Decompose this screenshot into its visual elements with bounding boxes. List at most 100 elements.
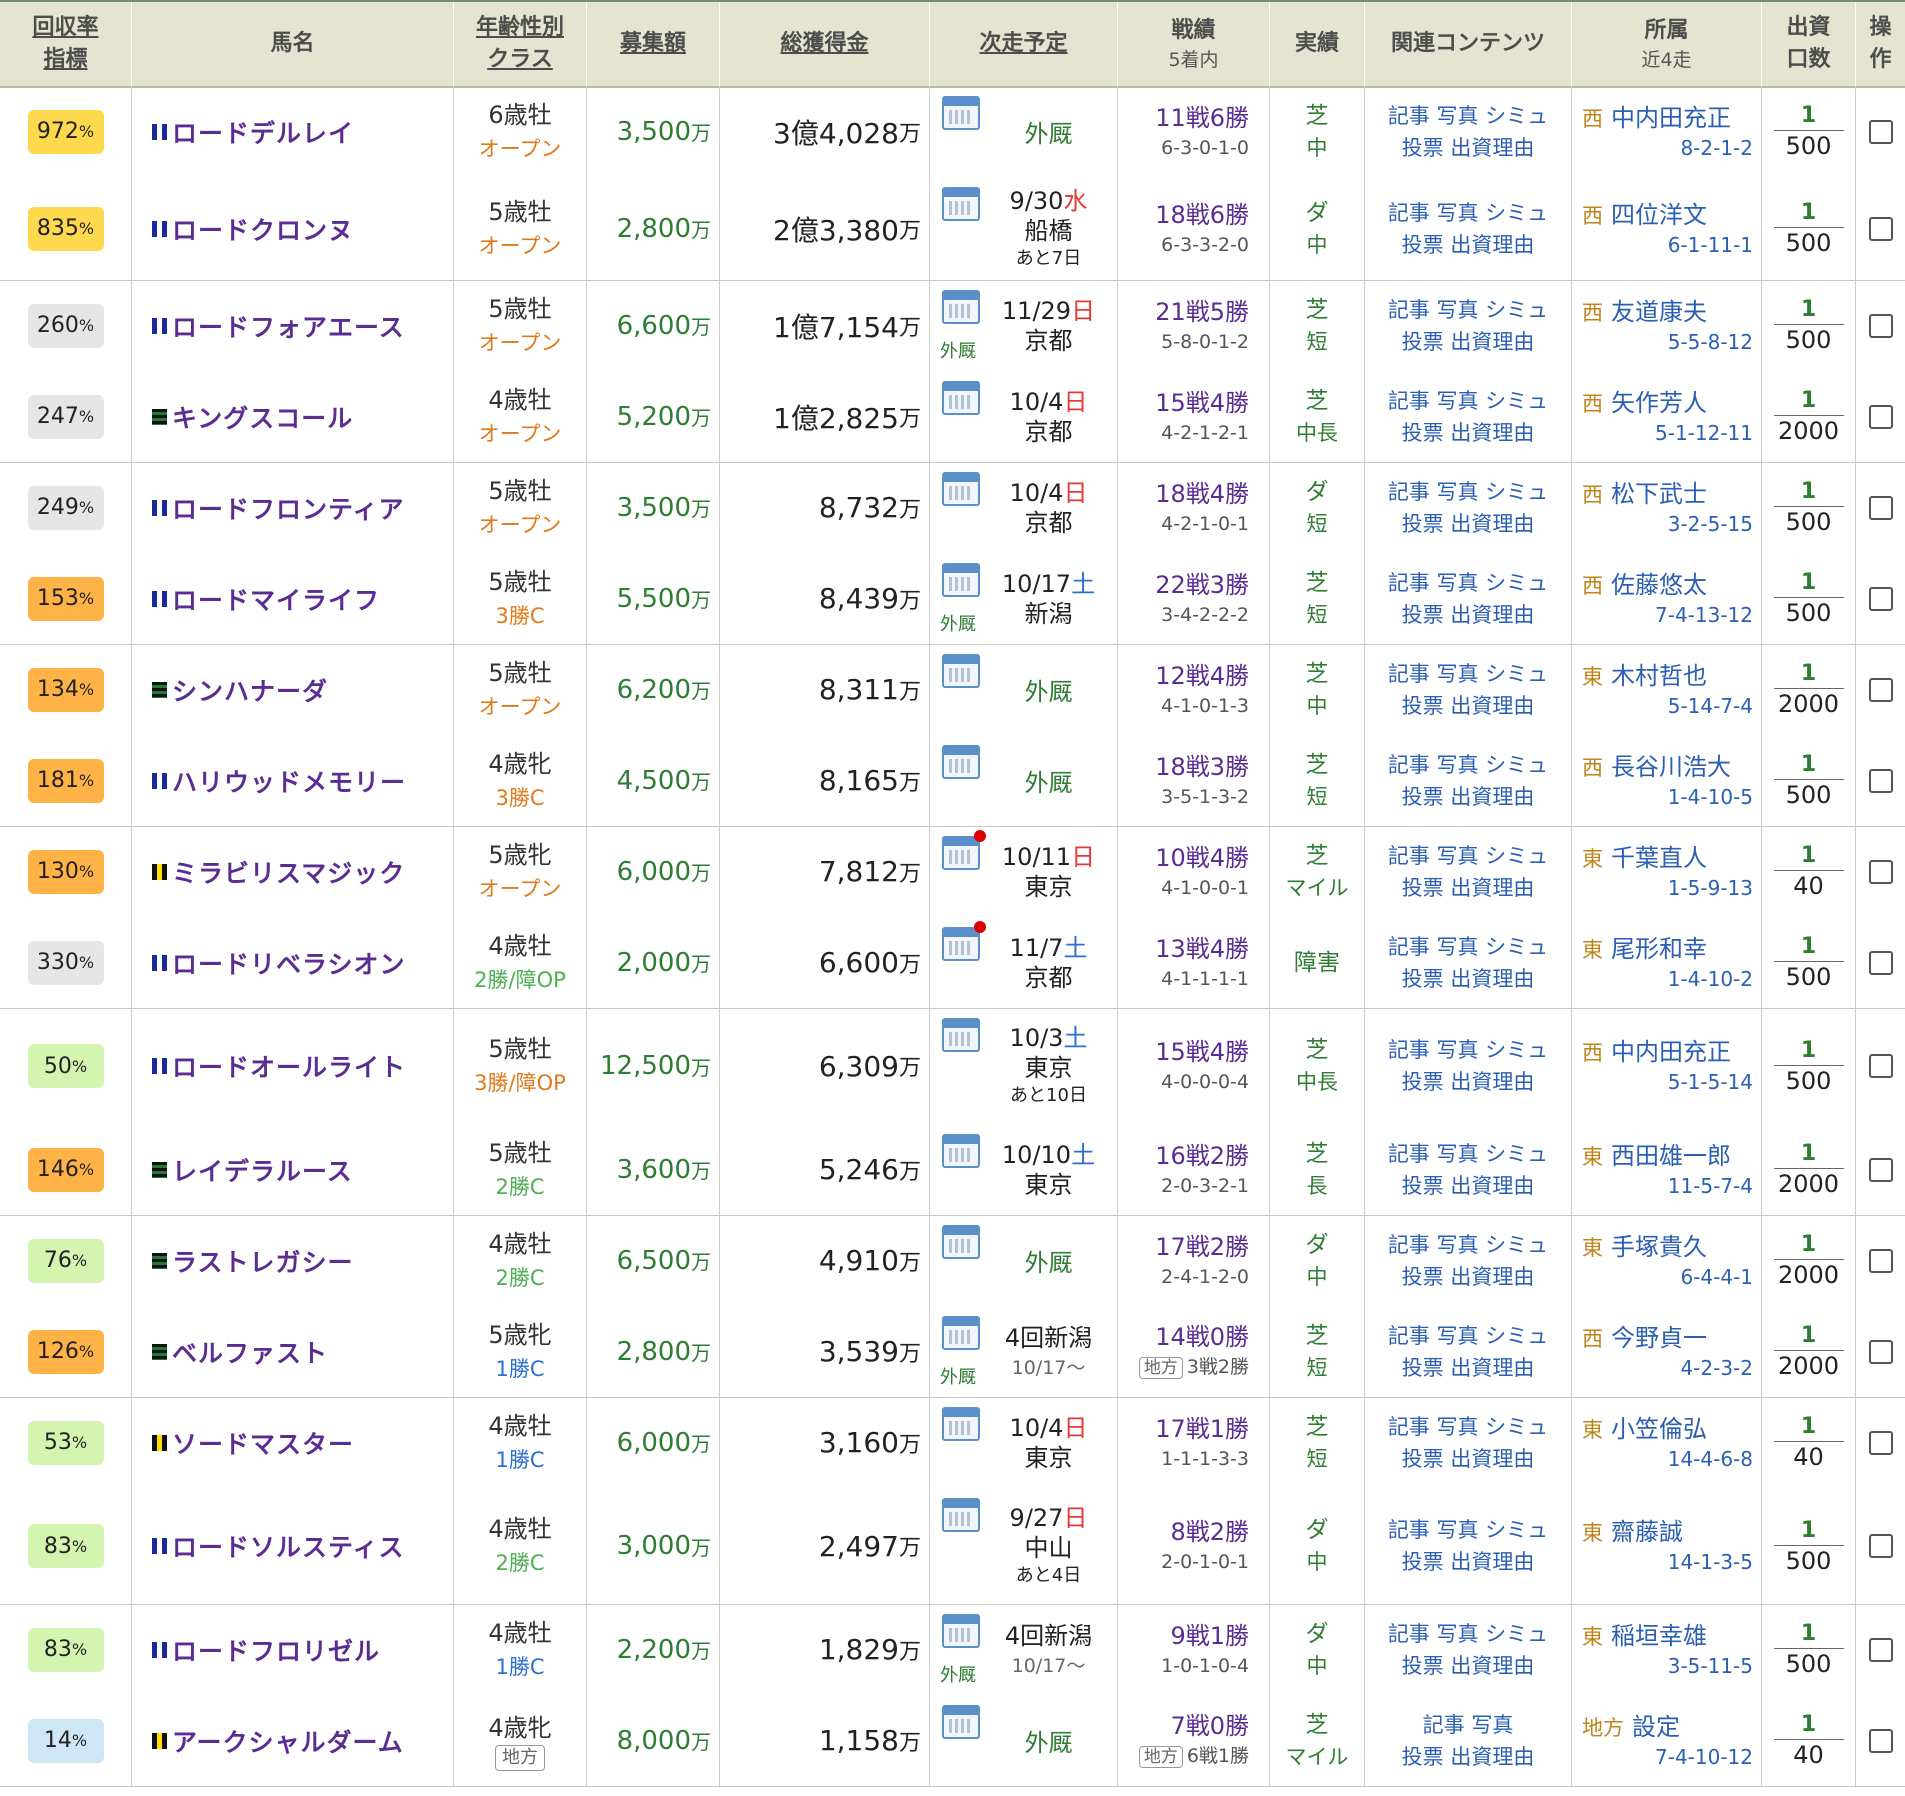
next-race-cell[interactable]: 9/27日 中山 あと4日 bbox=[930, 1488, 1118, 1604]
stable-info[interactable]: 西矢作芳人 5-1-12-11 bbox=[1572, 371, 1761, 462]
trainer-line[interactable]: 西矢作芳人 bbox=[1582, 383, 1707, 418]
horse-cell[interactable]: シンハナーダ bbox=[132, 644, 454, 735]
related-links-row2[interactable]: 投票 出資理由 bbox=[1402, 229, 1535, 261]
stable-cell[interactable]: 西四位洋文 6-1-11-1 bbox=[1572, 177, 1762, 280]
next-race-cell[interactable]: 11/7土 京都 bbox=[930, 917, 1118, 1008]
record-summary[interactable]: 18戦3勝 bbox=[1155, 751, 1249, 783]
action-cell[interactable] bbox=[1856, 86, 1905, 177]
action-cell[interactable] bbox=[1856, 553, 1905, 644]
next-race-cell[interactable]: 外厩 bbox=[930, 735, 1118, 826]
related-links-row2[interactable]: 投票 出資理由 bbox=[1402, 132, 1535, 164]
trainer-name[interactable]: 木村哲也 bbox=[1611, 662, 1707, 690]
calendar-icon[interactable] bbox=[942, 563, 980, 597]
trainer-name[interactable]: 長谷川浩大 bbox=[1611, 753, 1731, 781]
horse-name[interactable]: ロードフロンティア bbox=[172, 490, 405, 526]
stable-info[interactable]: 東小笠倫弘 14-4-6-8 bbox=[1572, 1397, 1761, 1488]
stable-cell[interactable]: 東尾形和幸 1-4-10-2 bbox=[1572, 917, 1762, 1008]
record-summary[interactable]: 15戦4勝 bbox=[1155, 1036, 1249, 1068]
stable-cell[interactable]: 西長谷川浩大 1-4-10-5 bbox=[1572, 735, 1762, 826]
stable-info[interactable]: 西中内田充正 5-1-5-14 bbox=[1572, 1008, 1761, 1124]
related-links-row2[interactable]: 投票 出資理由 bbox=[1402, 1066, 1535, 1098]
related-links[interactable]: 記事 写真 シミュ 投票 出資理由 bbox=[1365, 735, 1571, 826]
select-checkbox[interactable] bbox=[1868, 1728, 1893, 1753]
horse-cell[interactable]: レイデラルース bbox=[132, 1124, 454, 1215]
related-links[interactable]: 記事 写真 シミュ 投票 出資理由 bbox=[1365, 462, 1571, 553]
horse-cell[interactable]: ロードフロンティア bbox=[132, 462, 454, 553]
record-summary[interactable]: 13戦4勝 bbox=[1155, 933, 1249, 965]
related-links[interactable]: 記事 写真 シミュ 投票 出資理由 bbox=[1365, 1306, 1571, 1397]
action-cell[interactable] bbox=[1856, 644, 1905, 735]
related-links[interactable]: 記事 写真 シミュ 投票 出資理由 bbox=[1365, 1124, 1571, 1215]
horse-cell[interactable]: ベルファスト bbox=[132, 1306, 454, 1397]
related-links-cell[interactable]: 記事 写真 シミュ 投票 出資理由 bbox=[1365, 1488, 1572, 1604]
record-summary[interactable]: 9戦1勝 bbox=[1170, 1620, 1249, 1652]
record-summary[interactable]: 16戦2勝 bbox=[1155, 1140, 1249, 1172]
related-links-row1[interactable]: 記事 写真 シミュ bbox=[1388, 1320, 1548, 1352]
stable-info[interactable]: 地方 設定 7-4-10-12 bbox=[1572, 1695, 1761, 1786]
related-links-row1[interactable]: 記事 写真 bbox=[1423, 1709, 1514, 1741]
related-links-row2[interactable]: 投票 出資理由 bbox=[1402, 508, 1535, 540]
next-race-cell[interactable]: 10/11日 東京 bbox=[930, 826, 1118, 917]
horse-name[interactable]: ロードフォアエース bbox=[172, 308, 405, 344]
related-links-row1[interactable]: 記事 写真 シミュ bbox=[1388, 749, 1548, 781]
calendar-icon[interactable] bbox=[942, 1018, 980, 1052]
horse-name[interactable]: レイデラルース bbox=[172, 1152, 353, 1188]
horse-cell[interactable]: アークシャルダーム bbox=[132, 1695, 454, 1786]
related-links[interactable]: 記事 写真 投票 出資理由 bbox=[1365, 1695, 1571, 1786]
stable-cell[interactable]: 西今野貞一 4-2-3-2 bbox=[1572, 1306, 1762, 1397]
action-cell[interactable] bbox=[1856, 177, 1905, 280]
horse-cell[interactable]: キングスコール bbox=[132, 371, 454, 462]
stable-cell[interactable]: 西中内田充正 5-1-5-14 bbox=[1572, 1008, 1762, 1124]
trainer-name[interactable]: 松下武士 bbox=[1611, 480, 1707, 508]
record-summary[interactable]: 18戦6勝 bbox=[1155, 199, 1249, 231]
horse-cell[interactable]: ハリウッドメモリー bbox=[132, 735, 454, 826]
calendar-icon[interactable] bbox=[942, 1614, 980, 1648]
related-links-row2[interactable]: 投票 出資理由 bbox=[1402, 599, 1535, 631]
horse-cell[interactable]: ロードデルレイ bbox=[132, 86, 454, 177]
trainer-name[interactable]: 齋藤誠 bbox=[1611, 1518, 1683, 1546]
trainer-line[interactable]: 東手塚貴久 bbox=[1582, 1227, 1707, 1262]
header-kaishu[interactable]: 回収率 指標 bbox=[0, 2, 132, 86]
select-checkbox[interactable] bbox=[1868, 119, 1893, 144]
horse-cell[interactable]: ロードフォアエース bbox=[132, 280, 454, 371]
select-checkbox[interactable] bbox=[1868, 586, 1893, 611]
calendar-icon[interactable] bbox=[942, 1407, 980, 1441]
horse-cell[interactable]: ロードリベラシオン bbox=[132, 917, 454, 1008]
stable-info[interactable]: 東稲垣幸雄 3-5-11-5 bbox=[1572, 1604, 1761, 1695]
horse-link[interactable]: ロードフォアエース bbox=[132, 280, 453, 371]
related-links-row1[interactable]: 記事 写真 シミュ bbox=[1388, 1138, 1548, 1170]
trainer-name[interactable]: 四位洋文 bbox=[1611, 201, 1707, 229]
related-links-row2[interactable]: 投票 出資理由 bbox=[1402, 1443, 1535, 1475]
select-checkbox[interactable] bbox=[1868, 1534, 1893, 1558]
trainer-line[interactable]: 東齋藤誠 bbox=[1582, 1512, 1683, 1547]
trainer-line[interactable]: 東稲垣幸雄 bbox=[1582, 1616, 1707, 1651]
stable-cell[interactable]: 東齋藤誠 14-1-3-5 bbox=[1572, 1488, 1762, 1604]
action-cell[interactable] bbox=[1856, 735, 1905, 826]
select-checkbox[interactable] bbox=[1868, 216, 1893, 241]
trainer-line[interactable]: 地方 設定 bbox=[1582, 1707, 1680, 1742]
horse-link[interactable]: ロードソルスティス bbox=[132, 1488, 453, 1604]
related-links-cell[interactable]: 記事 写真 シミュ 投票 出資理由 bbox=[1365, 826, 1572, 917]
record-summary[interactable]: 10戦4勝 bbox=[1155, 842, 1249, 874]
calendar-icon[interactable] bbox=[942, 187, 980, 221]
select-checkbox[interactable] bbox=[1868, 1339, 1893, 1364]
horse-name[interactable]: ラストレガシー bbox=[172, 1243, 354, 1279]
related-links-cell[interactable]: 記事 写真 シミュ 投票 出資理由 bbox=[1365, 1604, 1572, 1695]
horse-name[interactable]: キングスコール bbox=[172, 399, 353, 435]
related-links[interactable]: 記事 写真 シミュ 投票 出資理由 bbox=[1365, 644, 1571, 735]
calendar-icon[interactable] bbox=[942, 654, 980, 688]
stable-info[interactable]: 東尾形和幸 1-4-10-2 bbox=[1572, 917, 1761, 1008]
horse-link[interactable]: ロードリベラシオン bbox=[132, 917, 453, 1008]
horse-name[interactable]: ロードクロンヌ bbox=[172, 211, 354, 247]
horse-link[interactable]: ロードフロリゼル bbox=[132, 1604, 453, 1695]
calendar-icon[interactable] bbox=[942, 745, 980, 779]
related-links-cell[interactable]: 記事 写真 シミュ 投票 出資理由 bbox=[1365, 371, 1572, 462]
action-cell[interactable] bbox=[1856, 1604, 1905, 1695]
trainer-line[interactable]: 東西田雄一郎 bbox=[1582, 1136, 1731, 1171]
related-links-row1[interactable]: 記事 写真 シミュ bbox=[1388, 100, 1548, 132]
header-soukakutoku[interactable]: 総獲得金 bbox=[720, 2, 930, 86]
stable-cell[interactable]: 東手塚貴久 6-4-4-1 bbox=[1572, 1215, 1762, 1306]
stable-cell[interactable]: 西佐藤悠太 7-4-13-12 bbox=[1572, 553, 1762, 644]
related-links-row2[interactable]: 投票 出資理由 bbox=[1402, 326, 1535, 358]
related-links-cell[interactable]: 記事 写真 シミュ 投票 出資理由 bbox=[1365, 917, 1572, 1008]
